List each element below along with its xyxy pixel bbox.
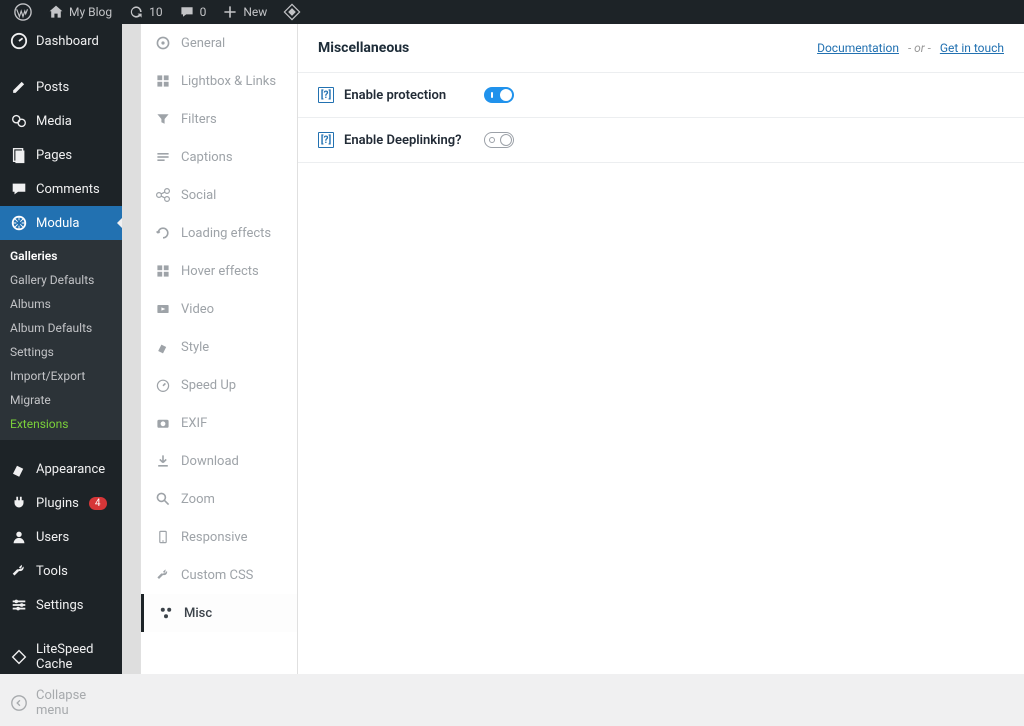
sidebar-item-dashboard[interactable]: Dashboard [0,24,122,58]
submenu-item-gallery-defaults[interactable]: Gallery Defaults [0,268,122,292]
tab-lightbox[interactable]: Lightbox & Links [141,62,297,100]
wp-logo[interactable] [6,0,40,24]
sidebar-item-tools[interactable]: Tools [0,554,122,588]
documentation-link[interactable]: Documentation [817,41,899,55]
tab-label: Zoom [181,492,215,507]
links-sep: - or - [908,41,931,55]
tab-video[interactable]: Video [141,290,297,328]
tab-misc[interactable]: Misc [141,594,297,632]
site-link[interactable]: My Blog [40,0,120,24]
toggle-enable-protection[interactable] [484,87,514,103]
settings-tabs: General Lightbox & Links Filters Caption… [140,24,298,674]
help-icon[interactable]: [?] [318,132,334,148]
wp-adminbar: My Blog 10 0 New [0,0,1024,24]
sidebar-item-pages[interactable]: Pages [0,138,122,172]
tab-social[interactable]: Social [141,176,297,214]
sidebar-item-label: Posts [36,80,69,95]
tab-exif[interactable]: EXIF [141,404,297,442]
tab-label: Speed Up [181,378,236,393]
tab-label: General [181,36,225,51]
sidebar-submenu-modula: Galleries Gallery Defaults Albums Album … [0,240,122,440]
tab-customcss[interactable]: Custom CSS [141,556,297,594]
new-label: New [243,5,267,19]
tab-label: Hover effects [181,264,259,279]
setting-row-deeplinking: [?] Enable Deeplinking? [298,118,1024,163]
tab-download[interactable]: Download [141,442,297,480]
tab-label: Download [181,454,239,469]
admin-sidebar: Dashboard Posts Media Pages Comments Mod… [0,24,122,674]
litespeed-menu-icon[interactable] [275,0,309,24]
updates-count: 10 [149,5,163,19]
tab-hover[interactable]: Hover effects [141,252,297,290]
sidebar-item-label: Modula [36,216,80,231]
panel-header: Miscellaneous Documentation - or - Get i… [298,24,1024,73]
setting-label: Enable Deeplinking? [344,133,474,148]
site-name: My Blog [69,5,112,19]
sidebar-item-label: Tools [36,564,68,579]
sidebar-item-users[interactable]: Users [0,520,122,554]
contact-link[interactable]: Get in touch [940,41,1004,55]
sidebar-item-appearance[interactable]: Appearance [0,452,122,486]
tab-label: Misc [184,606,212,621]
sidebar-item-label: Pages [36,148,72,163]
sidebar-item-posts[interactable]: Posts [0,70,122,104]
submenu-item-album-defaults[interactable]: Album Defaults [0,316,122,340]
submenu-item-extensions[interactable]: Extensions [0,412,122,436]
tab-label: Style [181,340,209,355]
tab-label: Video [181,302,214,317]
main-content: General Lightbox & Links Filters Caption… [122,24,1024,674]
submenu-item-galleries[interactable]: Galleries [0,244,122,268]
sidebar-item-label: Media [36,114,72,129]
tab-general[interactable]: General [141,24,297,62]
tab-filters[interactable]: Filters [141,100,297,138]
sidebar-item-litespeed[interactable]: LiteSpeed Cache [0,634,122,680]
settings-panel: Miscellaneous Documentation - or - Get i… [298,24,1024,674]
sidebar-item-collapse[interactable]: Collapse menu [0,680,122,726]
tab-style[interactable]: Style [141,328,297,366]
submenu-item-albums[interactable]: Albums [0,292,122,316]
help-icon[interactable]: [?] [318,87,334,103]
sidebar-item-label: Settings [36,598,83,613]
tab-loading[interactable]: Loading effects [141,214,297,252]
tab-speedup[interactable]: Speed Up [141,366,297,404]
tab-label: Custom CSS [181,568,253,583]
tab-label: Social [181,188,216,203]
sidebar-item-plugins[interactable]: Plugins 4 [0,486,122,520]
tab-label: Responsive [181,530,248,545]
tab-label: Filters [181,112,217,127]
tab-zoom[interactable]: Zoom [141,480,297,518]
tab-label: EXIF [181,416,207,431]
submenu-item-settings[interactable]: Settings [0,340,122,364]
sidebar-item-label: Appearance [36,462,105,477]
setting-label: Enable protection [344,88,474,103]
sidebar-item-settings[interactable]: Settings [0,588,122,622]
sidebar-item-comments[interactable]: Comments [0,172,122,206]
sidebar-item-label: Plugins [36,496,79,511]
sidebar-item-media[interactable]: Media [0,104,122,138]
sidebar-item-label: Dashboard [36,34,99,49]
tab-responsive[interactable]: Responsive [141,518,297,556]
panel-title: Miscellaneous [318,40,409,56]
sidebar-item-modula[interactable]: Modula [0,206,122,240]
sidebar-item-label: LiteSpeed Cache [36,642,112,672]
sidebar-item-label: Users [36,530,69,545]
comments-link[interactable]: 0 [171,0,215,24]
sidebar-item-label: Collapse menu [36,688,112,718]
tab-label: Captions [181,150,233,165]
comments-count: 0 [200,5,207,19]
updates-link[interactable]: 10 [120,0,171,24]
tab-label: Loading effects [181,226,271,241]
tab-captions[interactable]: Captions [141,138,297,176]
new-link[interactable]: New [214,0,275,24]
plugins-badge: 4 [89,497,107,510]
submenu-item-import-export[interactable]: Import/Export [0,364,122,388]
sidebar-item-label: Comments [36,182,100,197]
tab-label: Lightbox & Links [181,74,276,89]
submenu-item-migrate[interactable]: Migrate [0,388,122,412]
panel-links: Documentation - or - Get in touch [817,41,1004,55]
setting-row-protection: [?] Enable protection [298,73,1024,118]
toggle-enable-deeplinking[interactable] [484,132,514,148]
